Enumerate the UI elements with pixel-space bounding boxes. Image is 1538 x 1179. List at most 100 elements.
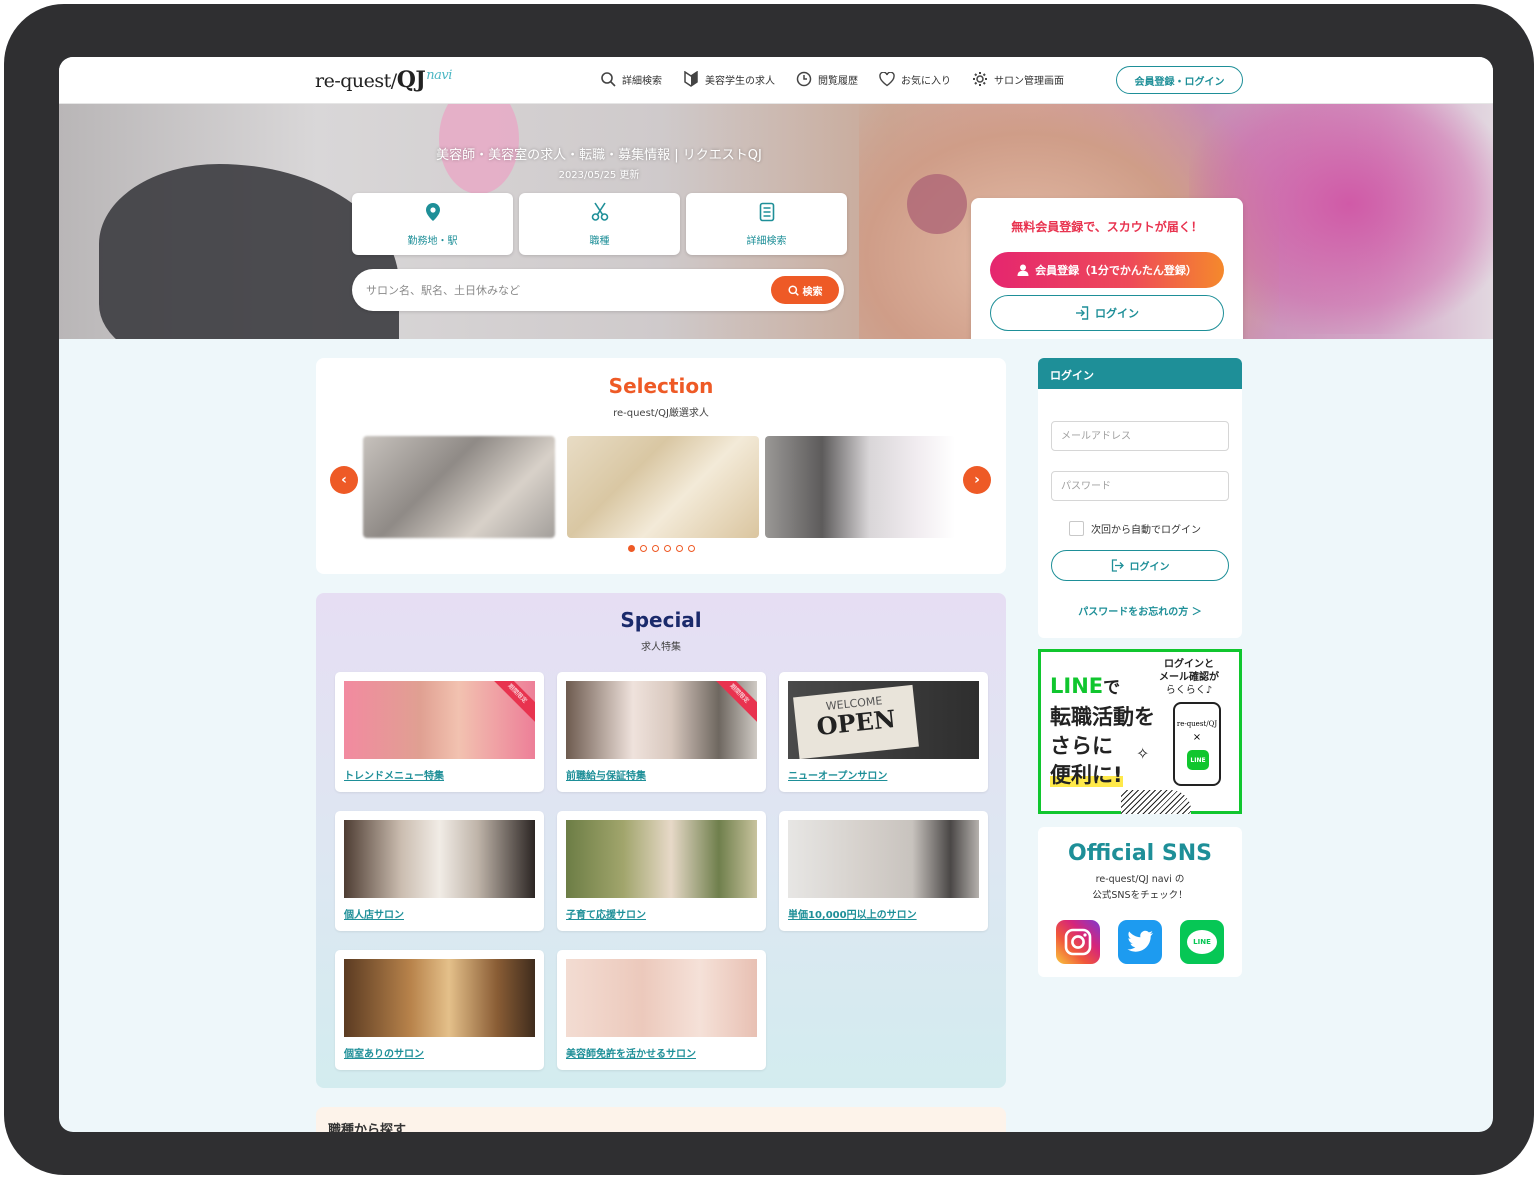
special-card-new-open[interactable]: WELCOME OPEN ニューオープンサロン [779,672,988,792]
search-submit-button[interactable]: 検索 [771,276,839,304]
logo-text: re-quest/ [315,70,397,92]
special-card-label: ニューオープンサロン [788,771,888,782]
site-header: re-quest/QJnavi 詳細検索 美容学生の求人 閲覧履歴 お気に入り … [59,57,1493,104]
hero-banner: 美容師・美容室の求人・転職・募集情報 | リクエストQJ 2023/05/25 … [59,104,1493,339]
nav-student-jobs[interactable]: 美容学生の求人 [682,70,775,88]
phone-illustration: re-quest/QJ × LINE [1173,702,1221,786]
carousel-dot[interactable] [687,545,695,552]
register-headline: 無料会員登録で、スカウトが届く！ [1011,220,1203,234]
carousel-dot[interactable] [639,545,647,552]
member-login-button[interactable]: 会員登録・ログイン [1116,66,1243,94]
special-card-trend-menu[interactable]: 期間限定 トレンドメニュー特集 [335,672,544,792]
nav-favorites[interactable]: お気に入り [878,70,951,88]
special-card-label: 個室ありのサロン [344,1049,424,1060]
line-banner-text: LINEで 転職活動を さらに 便利に! [1050,672,1155,790]
register-promo-card: 無料会員登録で、スカウトが届く！ 会員登録（1分でかんたん登録） ログイン [971,198,1243,339]
special-card-salary-guarantee[interactable]: 期間限定 前職給与保証特集 [557,672,766,792]
special-card-private-room[interactable]: 個室ありのサロン [335,950,544,1070]
keyword-search-input[interactable] [366,281,746,299]
limited-ribbon: 期間限定 [483,681,535,728]
line-icon[interactable]: LINE [1180,920,1224,964]
carousel-dot[interactable] [663,545,671,552]
selection-slide[interactable] [363,436,555,538]
cross-icon: × [1192,732,1202,743]
limited-ribbon: 期間限定 [705,681,757,728]
line-promo-banner[interactable]: LINEで 転職活動を さらに 便利に! ログインと メール確認が らくらく♪ … [1038,649,1242,814]
gear-icon [971,70,989,88]
special-card-label: 個人店サロン [344,910,404,921]
auto-login-option[interactable]: 次回から自動でログイン [1069,521,1201,536]
carousel-dot[interactable] [675,545,683,552]
line-word: LINE [1050,674,1104,698]
special-card-image [566,959,757,1037]
forgot-password-link[interactable]: パスワードをお忘れの方 ＞ [1038,603,1242,618]
instagram-icon[interactable] [1056,920,1100,964]
special-card-license[interactable]: 美容師免許を活かせるサロン [557,950,766,1070]
password-field[interactable] [1051,471,1229,501]
quick-button-label: 職種 [589,235,610,247]
special-card-childcare[interactable]: 子育て応援サロン [557,811,766,931]
bubble-line1: ログインと [1164,659,1214,670]
detail-search-button[interactable]: 詳細検索 [686,193,847,255]
sparkle-icon: ✧ [1136,744,1150,763]
selection-section: Selection re-quest/QJ厳選求人 ‹ › [316,358,1006,574]
bubble-line2: メール確認が [1159,672,1219,683]
search-button-label: 検索 [802,286,823,298]
auto-login-checkbox[interactable] [1069,521,1084,536]
special-card-label: 美容師免許を活かせるサロン [566,1049,696,1060]
hero-login-button[interactable]: ログイン [990,295,1224,331]
carousel-prev-button[interactable]: ‹ [330,466,358,494]
bubble-line3: らくらく♪ [1165,685,1213,696]
special-card-image: 期間限定 [344,681,535,759]
special-subtitle: 求人特集 [641,642,681,653]
sns-title: Official SNS [1068,841,1212,866]
register-button[interactable]: 会員登録（1分でかんたん登録） [990,252,1224,288]
email-field[interactable] [1051,421,1229,451]
user-icon [1017,264,1029,276]
nav-label: お気に入り [901,75,951,87]
phone-logo: re-quest/QJ [1176,720,1218,728]
hero-photo-lips [907,174,967,234]
carousel-dot[interactable] [627,545,635,552]
phone-line-icon: LINE [1187,750,1209,770]
selection-title: Selection [608,374,714,398]
special-card-label: 前職給与保証特集 [566,771,646,782]
line-banner-line1: で [1103,678,1121,698]
tablet-frame: re-quest/QJnavi 詳細検索 美容学生の求人 閲覧履歴 お気に入り … [4,4,1534,1175]
job-type-section-title: 職種から探す [328,1123,407,1132]
quick-button-label: 勤務地・駅 [407,235,458,247]
twitter-icon[interactable] [1118,920,1162,964]
carousel-dot[interactable] [651,545,659,552]
special-card-label: トレンドメニュー特集 [344,771,444,782]
special-card-high-price[interactable]: 単価10,000円以上のサロン [779,811,988,931]
carousel-next-button[interactable]: › [963,466,991,494]
site-logo[interactable]: re-quest/QJnavi [315,67,452,93]
scissors-icon [591,202,609,226]
selection-slide[interactable] [765,436,955,538]
nav-salon-admin[interactable]: サロン管理画面 [971,70,1064,88]
login-icon [1075,306,1089,320]
browser-viewport: re-quest/QJnavi 詳細検索 美容学生の求人 閲覧履歴 お気に入り … [59,57,1493,1132]
special-card-private-salon[interactable]: 個人店サロン [335,811,544,931]
official-sns: Official SNS re-quest/QJ navi の 公式SNSをチェ… [1038,827,1242,977]
nav-detail-search[interactable]: 詳細検索 [599,70,662,88]
register-button-label: 会員登録（1分でかんたん登録） [1035,264,1197,277]
sidebar-login-button[interactable]: ログイン [1051,550,1229,581]
logo-qj: QJ [396,67,426,93]
nav-label: サロン管理画面 [994,75,1064,87]
open-sign: WELCOME OPEN [793,684,919,759]
special-card-label: 子育て応援サロン [566,910,646,921]
special-card-image [344,820,535,898]
quick-button-label: 詳細検索 [746,235,787,247]
location-search-button[interactable]: 勤務地・駅 [352,193,513,255]
keyword-search-bar: 検索 [352,269,844,311]
job-type-search-button[interactable]: 職種 [519,193,680,255]
nav-history[interactable]: 閲覧履歴 [795,70,858,88]
hero-title: 美容師・美容室の求人・転職・募集情報 | リクエストQJ [436,148,762,163]
document-icon [759,202,775,226]
nav-label: 詳細検索 [622,75,662,87]
heart-icon [878,70,896,88]
clock-icon [795,70,813,88]
selection-slide[interactable] [567,436,759,538]
special-card-label: 単価10,000円以上のサロン [788,910,917,921]
